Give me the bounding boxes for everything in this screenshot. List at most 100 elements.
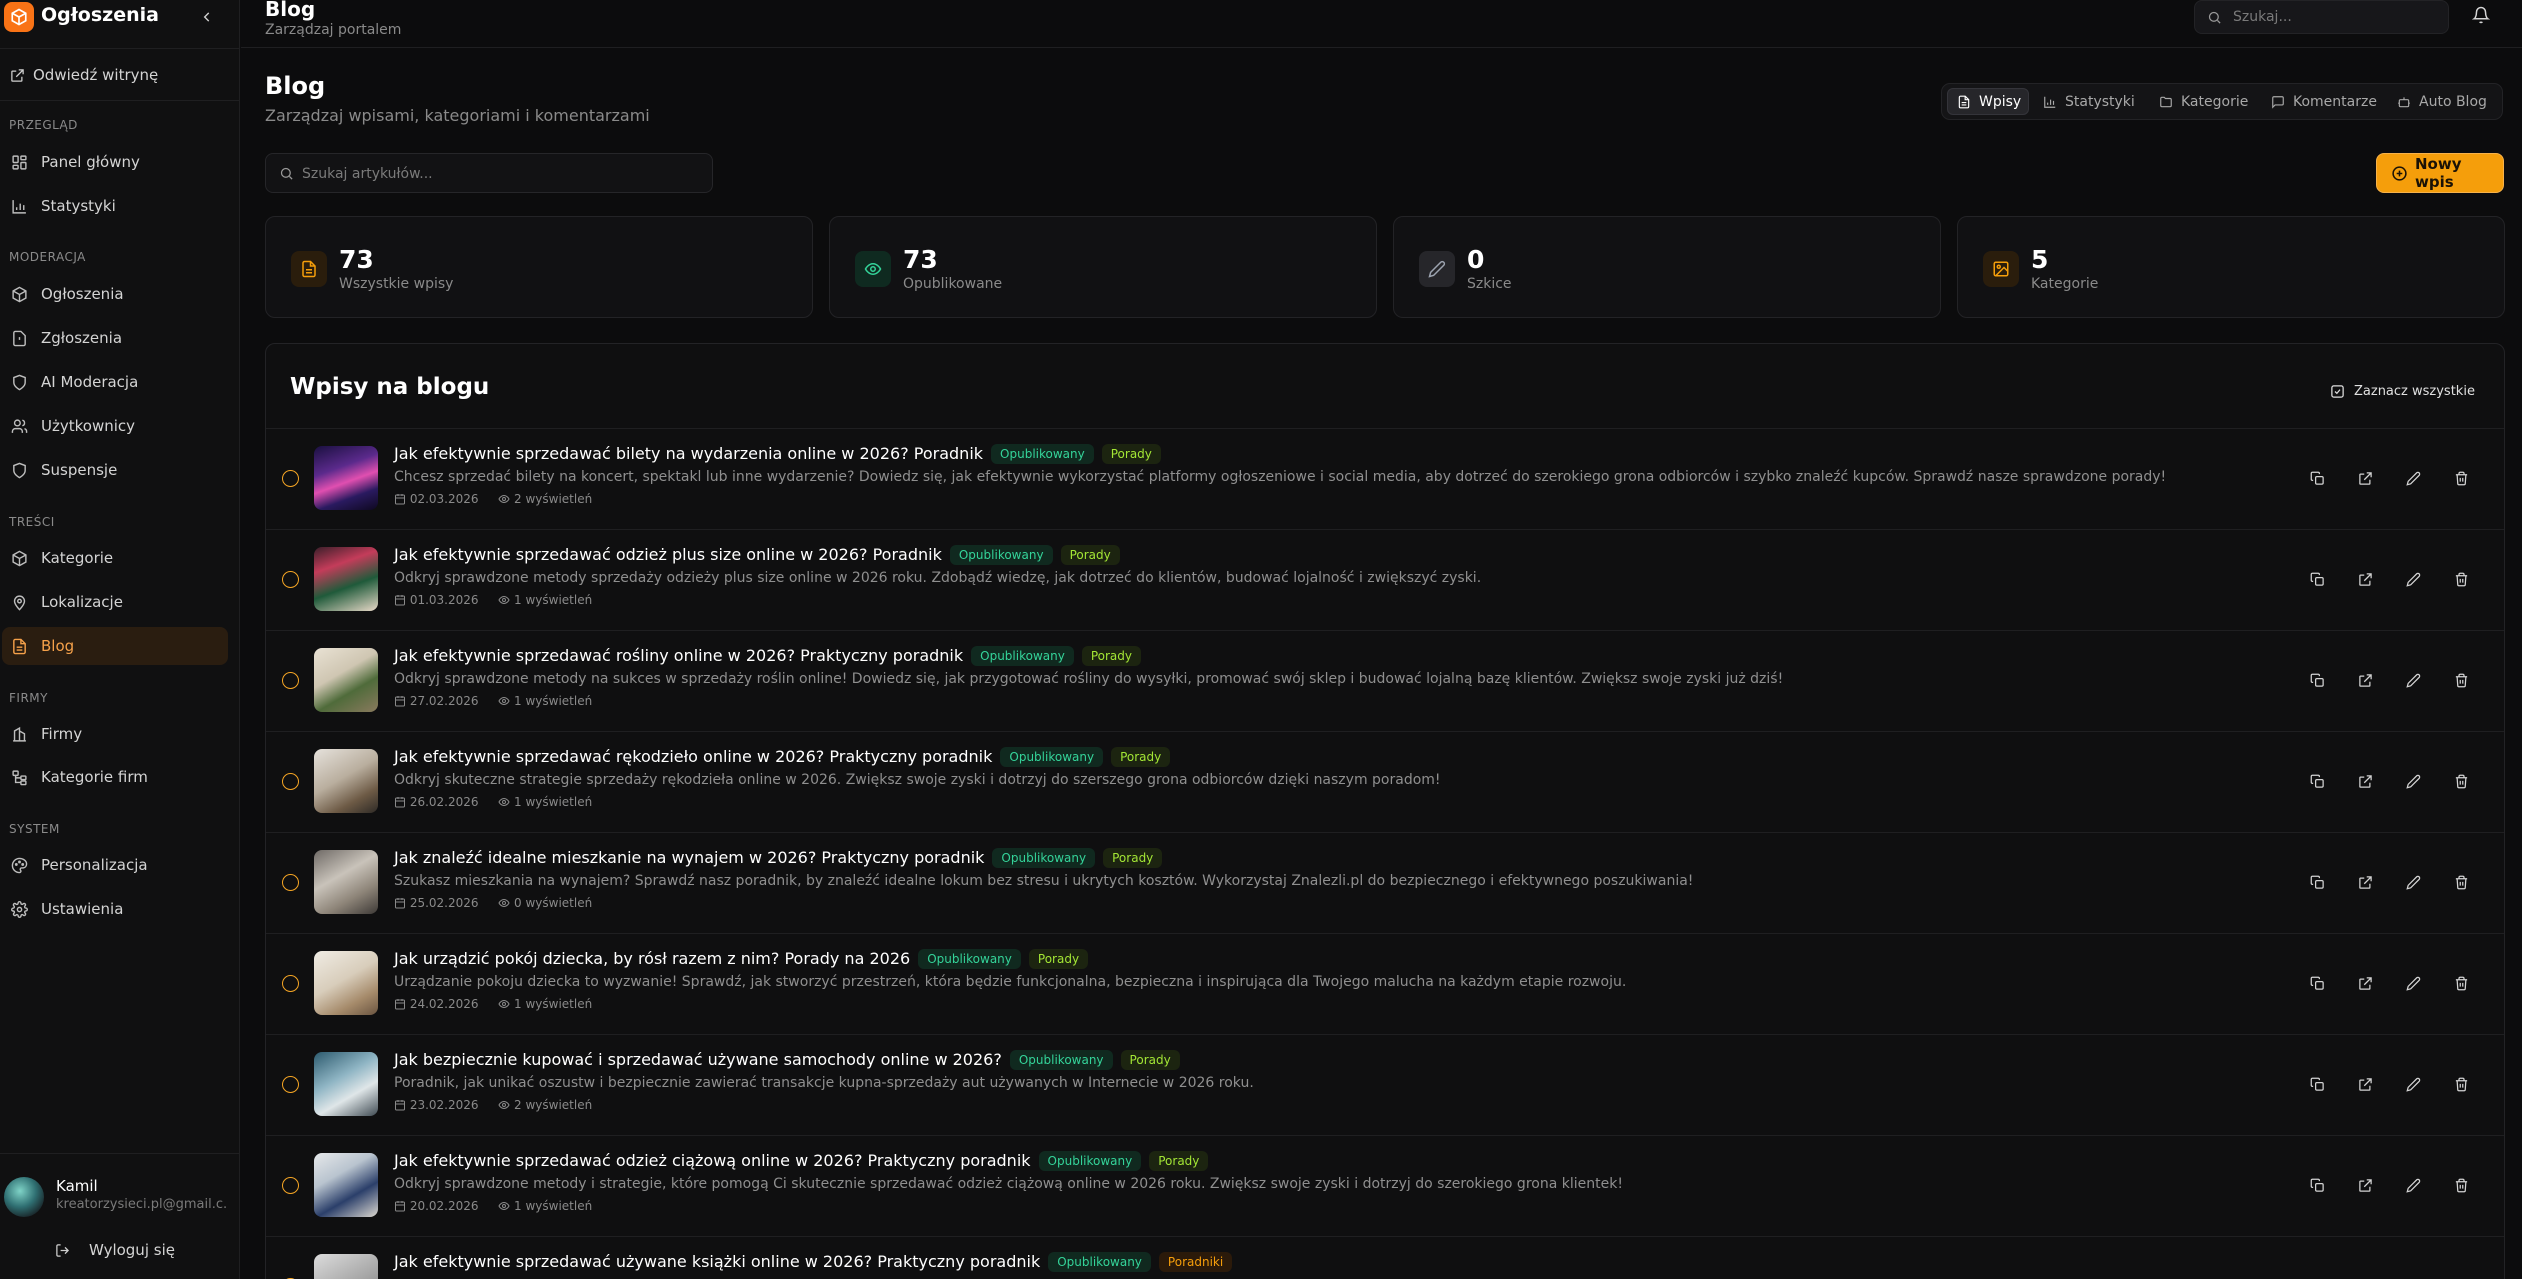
sidebar-item-listings[interactable]: Ogłoszenia	[2, 275, 228, 313]
brand[interactable]: Ogłoszenia	[0, 0, 240, 34]
row-select-checkbox[interactable]	[282, 672, 299, 689]
post-title-line[interactable]: Jak efektywnie sprzedawać odzież plus si…	[394, 545, 1120, 565]
external-link-icon[interactable]	[2354, 1174, 2376, 1196]
sidebar-item-users[interactable]: Użytkownicy	[2, 407, 228, 445]
post-title-line[interactable]: Jak znaleźć idealne mieszkanie na wynaje…	[394, 848, 1163, 868]
sidebar-item-personalization[interactable]: Personalizacja	[2, 846, 228, 884]
collapse-sidebar-chevron-icon[interactable]	[196, 6, 218, 28]
copy-icon[interactable]	[2306, 1174, 2328, 1196]
post-row[interactable]: Jak efektywnie sprzedawać odzież plus si…	[266, 529, 2504, 630]
new-post-button[interactable]: Nowy wpis	[2376, 153, 2504, 193]
tab-wpisy[interactable]: Wpisy	[1947, 88, 2029, 115]
external-link-icon[interactable]	[2354, 1073, 2376, 1095]
tab-kategorie[interactable]: Kategorie	[2150, 88, 2258, 115]
post-row[interactable]: Jak efektywnie sprzedawać odzież ciążową…	[266, 1135, 2504, 1236]
trash-icon[interactable]	[2450, 669, 2472, 691]
row-select-checkbox[interactable]	[282, 1177, 299, 1194]
post-title-line[interactable]: Jak efektywnie sprzedawać rękodzieło onl…	[394, 747, 1171, 767]
edit-pencil-icon[interactable]	[2402, 1275, 2424, 1279]
sidebar-item-ai-moderation[interactable]: AI Moderacja	[2, 363, 228, 401]
sidebar-item-categories[interactable]: Kategorie	[2, 539, 228, 577]
sidebar-item-company-categories[interactable]: Kategorie firm	[2, 758, 228, 796]
post-row[interactable]: Jak efektywnie sprzedawać bilety na wyda…	[266, 428, 2504, 529]
post-actions	[2306, 871, 2486, 893]
post-row[interactable]: Jak urządzić pokój dziecka, by rósł raze…	[266, 933, 2504, 1034]
post-title-line[interactable]: Jak efektywnie sprzedawać bilety na wyda…	[394, 444, 1161, 464]
copy-icon[interactable]	[2306, 1275, 2328, 1279]
edit-pencil-icon[interactable]	[2402, 1174, 2424, 1196]
external-link-icon[interactable]	[2354, 871, 2376, 893]
copy-icon[interactable]	[2306, 972, 2328, 994]
global-search[interactable]	[2194, 0, 2449, 34]
row-select-checkbox[interactable]	[282, 1076, 299, 1093]
status-badge: Opublikowany	[992, 848, 1096, 868]
post-title-line[interactable]: Jak efektywnie sprzedawać używane książk…	[394, 1252, 1233, 1272]
copy-icon[interactable]	[2306, 568, 2328, 590]
post-row[interactable]: Jak bezpiecznie kupować i sprzedawać uży…	[266, 1034, 2504, 1135]
sidebar-item-statistics[interactable]: Statystyki	[2, 187, 228, 225]
post-title-line[interactable]: Jak efektywnie sprzedawać odzież ciążową…	[394, 1151, 1209, 1171]
edit-pencil-icon[interactable]	[2402, 1073, 2424, 1095]
external-link-icon[interactable]	[2354, 467, 2376, 489]
edit-pencil-icon[interactable]	[2402, 669, 2424, 691]
post-row[interactable]: Jak znaleźć idealne mieszkanie na wynaje…	[266, 832, 2504, 933]
edit-pencil-icon[interactable]	[2402, 972, 2424, 994]
copy-icon[interactable]	[2306, 871, 2328, 893]
row-select-checkbox[interactable]	[282, 470, 299, 487]
post-views: 1 wyświetleń	[514, 593, 593, 607]
sidebar-item-companies[interactable]: Firmy	[2, 715, 228, 753]
pencil-icon	[1419, 251, 1455, 287]
external-link-icon[interactable]	[2354, 669, 2376, 691]
edit-pencil-icon[interactable]	[2402, 568, 2424, 590]
edit-pencil-icon[interactable]	[2402, 467, 2424, 489]
row-select-checkbox[interactable]	[282, 874, 299, 891]
trash-icon[interactable]	[2450, 1174, 2472, 1196]
post-row[interactable]: Jak efektywnie sprzedawać rękodzieło onl…	[266, 731, 2504, 832]
post-row[interactable]: Jak efektywnie sprzedawać rośliny online…	[266, 630, 2504, 731]
sidebar-item-dashboard[interactable]: Panel główny	[2, 143, 228, 181]
topbar: Blog Zarządzaj portalem	[241, 0, 2522, 48]
sidebar-item-suspensions[interactable]: Suspensje	[2, 451, 228, 489]
post-thumbnail	[314, 1052, 378, 1116]
logout-button[interactable]: Wyloguj się	[55, 1236, 215, 1264]
copy-icon[interactable]	[2306, 467, 2328, 489]
post-title-line[interactable]: Jak efektywnie sprzedawać rośliny online…	[394, 646, 1141, 666]
article-search[interactable]	[265, 153, 713, 193]
row-select-checkbox[interactable]	[282, 571, 299, 588]
trash-icon[interactable]	[2450, 1073, 2472, 1095]
external-link-icon[interactable]	[2354, 770, 2376, 792]
post-title-line[interactable]: Jak urządzić pokój dziecka, by rósł raze…	[394, 949, 1089, 969]
sidebar-item-blog[interactable]: Blog	[2, 627, 228, 665]
copy-icon[interactable]	[2306, 669, 2328, 691]
trash-icon[interactable]	[2450, 871, 2472, 893]
trash-icon[interactable]	[2450, 972, 2472, 994]
copy-icon[interactable]	[2306, 1073, 2328, 1095]
tab-auto-blog[interactable]: Auto Blog	[2388, 88, 2496, 115]
trash-icon[interactable]	[2450, 467, 2472, 489]
sidebar-item-locations[interactable]: Lokalizacje	[2, 583, 228, 621]
post-row[interactable]: Jak efektywnie sprzedawać używane książk…	[266, 1236, 2504, 1279]
trash-icon[interactable]	[2450, 568, 2472, 590]
notifications-bell-icon[interactable]	[2471, 6, 2494, 28]
sidebar-item-label: Kategorie firm	[41, 768, 148, 786]
sidebar-item-reports[interactable]: Zgłoszenia	[2, 319, 228, 357]
external-link-icon[interactable]	[2354, 1275, 2376, 1279]
row-select-checkbox[interactable]	[282, 773, 299, 790]
row-select-checkbox[interactable]	[282, 975, 299, 992]
tab-komentarze[interactable]: Komentarze	[2262, 88, 2384, 115]
external-link-icon[interactable]	[2354, 972, 2376, 994]
trash-icon[interactable]	[2450, 1275, 2472, 1279]
article-search-input[interactable]	[302, 163, 702, 185]
trash-icon[interactable]	[2450, 770, 2472, 792]
external-link-icon[interactable]	[2354, 568, 2376, 590]
eye-icon	[855, 251, 891, 287]
post-title-line[interactable]: Jak bezpiecznie kupować i sprzedawać uży…	[394, 1050, 1180, 1070]
global-search-input[interactable]	[2233, 7, 2433, 27]
edit-pencil-icon[interactable]	[2402, 770, 2424, 792]
edit-pencil-icon[interactable]	[2402, 871, 2424, 893]
user-profile[interactable]: Kamil kreatorzysieci.pl@gmail.c...	[0, 1168, 240, 1218]
visit-site-link[interactable]: Odwiedź witrynę	[0, 60, 240, 90]
copy-icon[interactable]	[2306, 770, 2328, 792]
tab-statystyki[interactable]: Statystyki	[2034, 88, 2146, 115]
sidebar-item-settings[interactable]: Ustawienia	[2, 890, 228, 928]
